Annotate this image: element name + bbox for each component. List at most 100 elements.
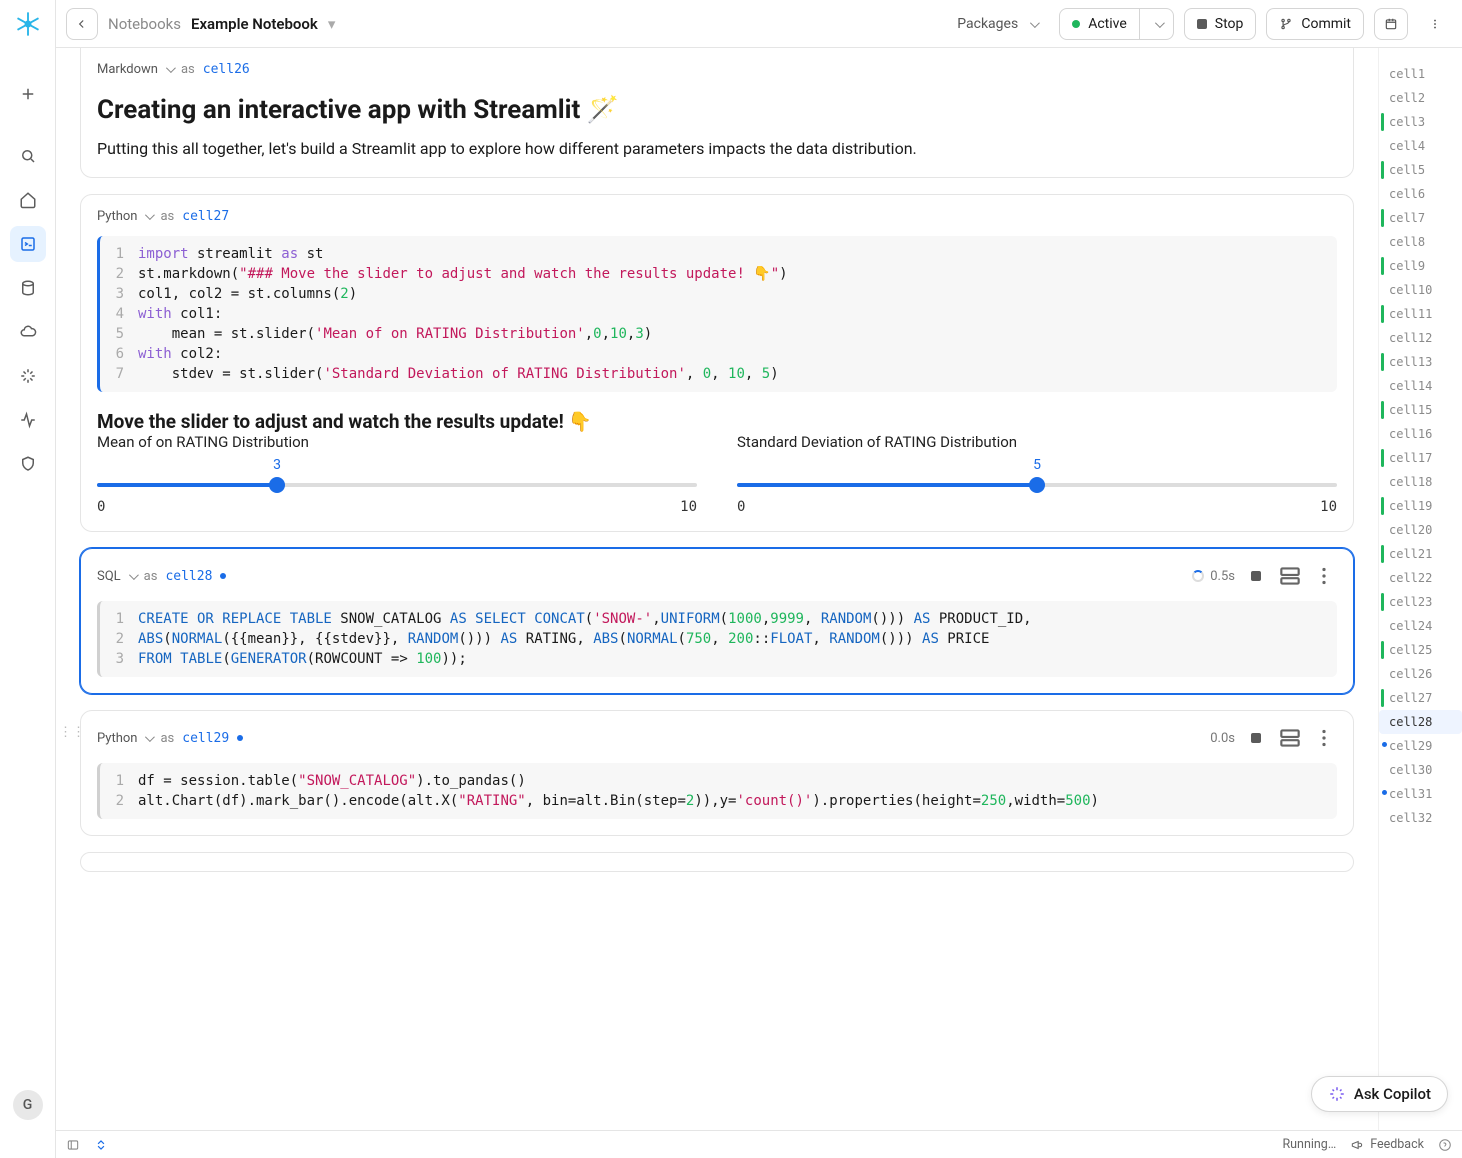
- cell-name[interactable]: cell28: [165, 569, 212, 584]
- outline-item[interactable]: cell12: [1379, 326, 1462, 350]
- snowflake-logo: [14, 10, 42, 42]
- code-editor[interactable]: 1 2 3 CREATE OR REPLACE TABLE SNOW_CATAL…: [97, 601, 1337, 677]
- outline-item[interactable]: cell19: [1379, 494, 1462, 518]
- outline-item[interactable]: cell17: [1379, 446, 1462, 470]
- outline-item[interactable]: cell14: [1379, 374, 1462, 398]
- outline-item[interactable]: cell7: [1379, 206, 1462, 230]
- outline-item[interactable]: cell31: [1379, 782, 1462, 806]
- status-dropdown-button[interactable]: [1140, 8, 1174, 40]
- slider-track[interactable]: [97, 475, 697, 495]
- database-icon[interactable]: [10, 270, 46, 306]
- outline-item[interactable]: cell1: [1379, 62, 1462, 86]
- cell-stop-button[interactable]: [1243, 725, 1269, 751]
- user-avatar[interactable]: G: [13, 1090, 43, 1120]
- cell-name[interactable]: cell26: [203, 62, 250, 77]
- back-button[interactable]: [66, 8, 98, 40]
- cell-output-toggle[interactable]: [1277, 563, 1303, 589]
- shield-icon[interactable]: [10, 446, 46, 482]
- commit-button[interactable]: Commit: [1266, 8, 1364, 40]
- outline-item[interactable]: cell23: [1379, 590, 1462, 614]
- panel-toggle-button[interactable]: [66, 1138, 80, 1152]
- cell-output-toggle[interactable]: [1277, 725, 1303, 751]
- topbar: Notebooks Example Notebook ▾ Packages Ac…: [56, 0, 1462, 48]
- drag-handle-icon[interactable]: ⋮⋮: [59, 725, 85, 740]
- sparkle-icon[interactable]: [10, 358, 46, 394]
- packages-button[interactable]: Packages: [945, 8, 1049, 40]
- code-editor[interactable]: 1 2 df = session.table("SNOW_CATALOG").t…: [97, 763, 1337, 819]
- outline-item[interactable]: cell2: [1379, 86, 1462, 110]
- stop-button[interactable]: Stop: [1184, 8, 1257, 40]
- outline-item[interactable]: cell32: [1379, 806, 1462, 830]
- help-button[interactable]: [1438, 1138, 1452, 1152]
- outline-item[interactable]: cell28: [1379, 710, 1462, 734]
- feedback-button[interactable]: Feedback: [1350, 1137, 1424, 1152]
- ask-copilot-button[interactable]: Ask Copilot: [1311, 1076, 1448, 1112]
- outline-item[interactable]: cell24: [1379, 614, 1462, 638]
- stop-icon: [1251, 733, 1261, 743]
- status-active-button[interactable]: Active: [1059, 8, 1140, 40]
- notebooks-icon[interactable]: [10, 226, 46, 262]
- more-vertical-icon: [1311, 725, 1337, 751]
- outline-item[interactable]: cell8: [1379, 230, 1462, 254]
- cell-markdown-26[interactable]: Markdown as cell26 Creating an interacti…: [80, 48, 1354, 178]
- outline-item[interactable]: cell9: [1379, 254, 1462, 278]
- outline-panel[interactable]: cell1cell2cell3cell4cell5cell6cell7cell8…: [1378, 48, 1462, 1130]
- search-icon[interactable]: [10, 138, 46, 174]
- activity-icon[interactable]: [10, 402, 46, 438]
- outline-item[interactable]: cell21: [1379, 542, 1462, 566]
- cell-next-peek: [80, 852, 1354, 872]
- outline-item[interactable]: cell3: [1379, 110, 1462, 134]
- collapse-button[interactable]: [94, 1138, 108, 1152]
- title-dropdown-icon[interactable]: ▾: [328, 15, 336, 33]
- cell-sql-28[interactable]: SQL as cell28 0.5s 1 2 3 CREATE OR REPLA…: [80, 548, 1354, 694]
- cell-stop-button[interactable]: [1243, 563, 1269, 589]
- cell-lang-select[interactable]: SQL: [97, 569, 136, 584]
- code-lines[interactable]: df = session.table("SNOW_CATALOG").to_pa…: [138, 771, 1325, 811]
- cell-name[interactable]: cell27: [182, 209, 229, 224]
- code-lines[interactable]: CREATE OR REPLACE TABLE SNOW_CATALOG AS …: [138, 609, 1325, 669]
- notebook-scroll[interactable]: Markdown as cell26 Creating an interacti…: [56, 48, 1378, 1130]
- outline-item[interactable]: cell25: [1379, 638, 1462, 662]
- spinner-icon: [1192, 570, 1204, 582]
- outline-item[interactable]: cell29: [1379, 734, 1462, 758]
- schedule-button[interactable]: [1374, 8, 1408, 40]
- main-column: Notebooks Example Notebook ▾ Packages Ac…: [56, 0, 1462, 1158]
- outline-item[interactable]: cell13: [1379, 350, 1462, 374]
- cell-lang-select[interactable]: Markdown: [97, 62, 173, 77]
- slider-track[interactable]: [737, 475, 1337, 495]
- cell-name[interactable]: cell29: [182, 731, 229, 746]
- add-button[interactable]: [10, 76, 46, 112]
- cell-python-29[interactable]: ⋮⋮ Python as cell29 0.0s 1 2: [80, 710, 1354, 836]
- as-label: as: [160, 209, 174, 224]
- cell-python-27[interactable]: Python as cell27 1 2 3 4 5 6 7 import st…: [80, 194, 1354, 532]
- outline-item[interactable]: cell5: [1379, 158, 1462, 182]
- slider-thumb[interactable]: [269, 477, 285, 493]
- outline-item[interactable]: cell27: [1379, 686, 1462, 710]
- more-menu-button[interactable]: [1418, 8, 1452, 40]
- chevron-down-icon: [1026, 16, 1037, 32]
- outline-item[interactable]: cell30: [1379, 758, 1462, 782]
- outline-item[interactable]: cell18: [1379, 470, 1462, 494]
- cell-more-button[interactable]: [1311, 725, 1337, 751]
- slider-thumb[interactable]: [1029, 477, 1045, 493]
- outline-item[interactable]: cell6: [1379, 182, 1462, 206]
- cloud-icon[interactable]: [10, 314, 46, 350]
- outline-item[interactable]: cell16: [1379, 422, 1462, 446]
- outline-item[interactable]: cell20: [1379, 518, 1462, 542]
- cell-lang-select[interactable]: Python: [97, 731, 152, 746]
- outline-item[interactable]: cell10: [1379, 278, 1462, 302]
- outline-item[interactable]: cell11: [1379, 302, 1462, 326]
- outline-item[interactable]: cell4: [1379, 134, 1462, 158]
- breadcrumb-root[interactable]: Notebooks: [108, 15, 181, 33]
- cell-more-button[interactable]: [1311, 563, 1337, 589]
- home-icon[interactable]: [10, 182, 46, 218]
- chevron-down-icon: [1151, 16, 1162, 32]
- outline-item[interactable]: cell26: [1379, 662, 1462, 686]
- code-editor[interactable]: 1 2 3 4 5 6 7 import streamlit as st st.…: [97, 236, 1337, 392]
- slider-value: 5: [1033, 457, 1041, 473]
- outline-item[interactable]: cell15: [1379, 398, 1462, 422]
- outline-item[interactable]: cell22: [1379, 566, 1462, 590]
- code-lines[interactable]: import streamlit as st st.markdown("### …: [138, 244, 1325, 384]
- notebook-title[interactable]: Example Notebook: [191, 15, 318, 33]
- cell-lang-select[interactable]: Python: [97, 209, 152, 224]
